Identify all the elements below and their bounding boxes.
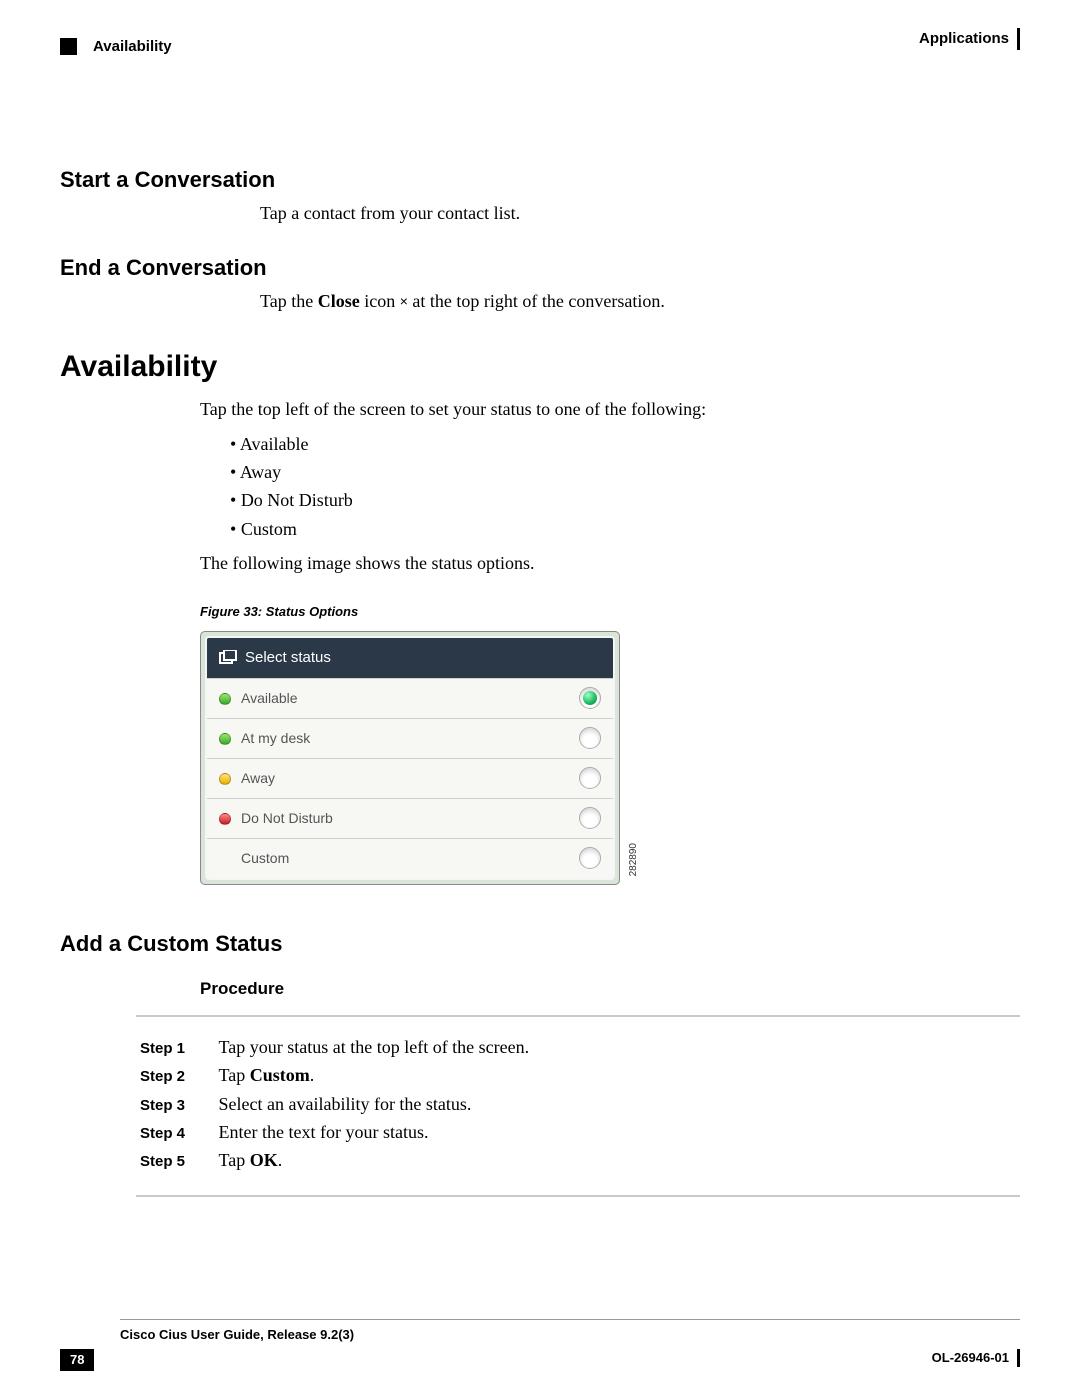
- divider: [120, 1319, 1020, 1320]
- status-option-dnd[interactable]: Do Not Disturb: [207, 798, 613, 838]
- presence-away-icon: [219, 773, 231, 785]
- page-number: 78: [60, 1349, 94, 1371]
- heading-add-custom-status: Add a Custom Status: [60, 929, 1020, 959]
- status-option-label: Away: [241, 770, 275, 786]
- status-bullet-list: • Available • Away • Do Not Disturb • Cu…: [230, 432, 1020, 541]
- text: at the top right of the conversation.: [408, 291, 665, 311]
- step-row: Step 3 Select an availability for the st…: [140, 1092, 1020, 1116]
- text-bold: Close: [318, 291, 360, 311]
- list-item: • Available: [230, 432, 1020, 456]
- text: icon: [360, 291, 400, 311]
- procedure-heading: Procedure: [200, 978, 1020, 1001]
- step-row: Step 5 Tap OK.: [140, 1148, 1020, 1172]
- status-option-label: At my desk: [241, 730, 310, 746]
- step-text: Enter the text for your status.: [219, 1122, 429, 1142]
- step-row: Step 2 Tap Custom.: [140, 1063, 1020, 1087]
- divider: [136, 1195, 1020, 1197]
- presence-available-icon: [219, 733, 231, 745]
- step-label: Step 1: [140, 1039, 214, 1059]
- body-text: Tap the Close icon × at the top right of…: [260, 289, 1020, 313]
- procedure-steps: Step 1 Tap your status at the top left o…: [140, 1035, 1020, 1172]
- radio-unselected-icon[interactable]: [579, 807, 601, 829]
- step-text: Tap: [219, 1150, 250, 1170]
- step-row: Step 1 Tap your status at the top left o…: [140, 1035, 1020, 1059]
- status-option-away[interactable]: Away: [207, 758, 613, 798]
- heading-availability: Availability: [60, 347, 1020, 388]
- step-text: Tap: [219, 1065, 250, 1085]
- status-option-custom[interactable]: Custom: [207, 838, 613, 878]
- status-option-label: Available: [241, 690, 298, 706]
- step-text: Select an availability for the status.: [219, 1094, 472, 1114]
- status-option-at-my-desk[interactable]: At my desk: [207, 718, 613, 758]
- page-header: Applications Availability: [0, 0, 1080, 72]
- radio-selected-icon[interactable]: [579, 687, 601, 709]
- page-footer: Cisco Cius User Guide, Release 9.2(3) 78…: [0, 1319, 1080, 1371]
- status-option-label: Do Not Disturb: [241, 810, 333, 826]
- radio-unselected-icon[interactable]: [579, 767, 601, 789]
- list-item: • Do Not Disturb: [230, 488, 1020, 512]
- step-label: Step 5: [140, 1152, 214, 1172]
- footer-doc-title: Cisco Cius User Guide, Release 9.2(3): [120, 1326, 1020, 1344]
- step-text: Tap your status at the top left of the s…: [219, 1037, 530, 1057]
- header-marker-icon: [60, 38, 77, 55]
- status-option-available[interactable]: Available: [207, 678, 613, 718]
- doc-number: OL-26946-01: [932, 1349, 1020, 1367]
- status-header-icon: [219, 650, 237, 666]
- heading-start-conversation: Start a Conversation: [60, 165, 1020, 195]
- body-text: Tap a contact from your contact list.: [260, 201, 1020, 225]
- figure-caption: Figure 33: Status Options: [200, 603, 1020, 621]
- page-content: Start a Conversation Tap a contact from …: [0, 77, 1080, 1197]
- step-text: .: [310, 1065, 315, 1085]
- step-text-bold: OK: [250, 1150, 278, 1170]
- divider: [136, 1015, 1020, 1017]
- step-text: .: [278, 1150, 283, 1170]
- body-text: Tap the top left of the screen to set yo…: [200, 397, 1020, 421]
- header-chapter: Applications: [919, 28, 1020, 50]
- header-section: Availability: [93, 37, 172, 57]
- step-label: Step 3: [140, 1096, 214, 1116]
- status-dialog-header: Select status: [207, 638, 613, 678]
- text: Tap the: [260, 291, 318, 311]
- presence-dnd-icon: [219, 813, 231, 825]
- radio-unselected-icon[interactable]: [579, 847, 601, 869]
- figure-status-options: Select status Available At my desk Away …: [200, 631, 620, 885]
- step-text-bold: Custom: [250, 1065, 310, 1085]
- step-row: Step 4 Enter the text for your status.: [140, 1120, 1020, 1144]
- step-label: Step 4: [140, 1124, 214, 1144]
- radio-unselected-icon[interactable]: [579, 727, 601, 749]
- figure-id: 282890: [627, 843, 641, 876]
- step-label: Step 2: [140, 1067, 214, 1087]
- presence-available-icon: [219, 693, 231, 705]
- list-item: • Away: [230, 460, 1020, 484]
- body-text: The following image shows the status opt…: [200, 551, 1020, 575]
- close-icon: ×: [400, 293, 408, 309]
- heading-end-conversation: End a Conversation: [60, 253, 1020, 283]
- list-item: • Custom: [230, 517, 1020, 541]
- status-dialog-title: Select status: [245, 649, 331, 666]
- status-option-label: Custom: [241, 850, 289, 866]
